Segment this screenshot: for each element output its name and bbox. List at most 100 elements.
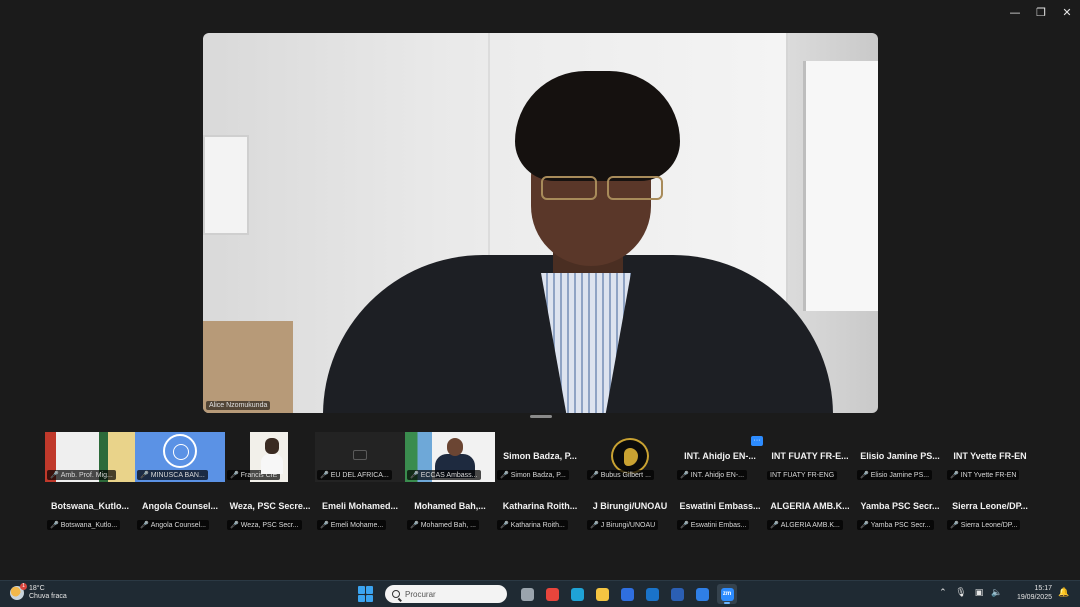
- participant-tile[interactable]: Botswana_Kutlo... 🎤 Botswana_Kutlo...: [45, 482, 135, 532]
- word-icon[interactable]: [667, 584, 687, 604]
- taskbar-clock[interactable]: 15:17 19/09/2025: [1017, 584, 1052, 602]
- speaker-glasses: [541, 176, 671, 204]
- un-emblem-icon: [163, 434, 197, 468]
- mic-muted-icon: 🎤: [140, 522, 149, 529]
- participant-name-label: 🎤 Mohamed Bah, ...: [407, 520, 479, 530]
- gallery-resize-handle[interactable]: [530, 415, 552, 418]
- participant-name-label: 🎤 J Birungi/UNOAU: [587, 520, 659, 530]
- participant-label-text: J Birungi/UNOAU: [600, 521, 656, 529]
- participant-name-label: 🎤 MINUSCA BAN...: [137, 470, 208, 480]
- speaker-hair: [515, 71, 680, 181]
- participant-tile[interactable]: Emeli Mohamed... 🎤 Emeli Mohame...: [315, 482, 405, 532]
- participant-tile[interactable]: 🎤 Amb. Prof. Mig...: [45, 432, 135, 482]
- network-icon[interactable]: ▣: [973, 588, 985, 598]
- close-button[interactable]: ✕: [1054, 0, 1080, 24]
- participant-label-text: Sierra Leone/DP...: [960, 521, 1018, 529]
- edge-icon[interactable]: [567, 584, 587, 604]
- participant-tile[interactable]: 🎤 ECCAS Ambass...: [405, 432, 495, 482]
- participant-name-label: 🎤 EU DEL AFRICA...: [317, 470, 392, 480]
- chrome-icon[interactable]: [542, 584, 562, 604]
- file-explorer-icon-glyph: [595, 587, 609, 601]
- participant-tile[interactable]: INT. Ahidjo EN-... ··· 🎤 INT. Ahidjo EN-...: [675, 432, 765, 482]
- participant-name-label: 🎤 Yamba PSC Secr...: [857, 520, 934, 530]
- search-placeholder: Procurar: [405, 589, 436, 599]
- participant-name-label: 🎤 Angola Counsel...: [137, 520, 209, 530]
- notification-bell-icon[interactable]: 🔔: [1058, 588, 1070, 598]
- participant-name-label: 🎤 Elisio Jamine PS...: [857, 470, 933, 480]
- active-speaker-video[interactable]: Alice Nzomukunda: [203, 33, 878, 413]
- mic-muted-icon: 🎤: [140, 472, 149, 479]
- system-tray: ⌃ 🎙 ▣ 🔈 15:17 19/09/2025 🔔: [937, 584, 1070, 602]
- minimize-button[interactable]: —: [1002, 0, 1028, 24]
- participant-tile[interactable]: Katharina Roith... 🎤 Katharina Roith...: [495, 482, 585, 532]
- participant-tile[interactable]: Sierra Leone/DP... 🎤 Sierra Leone/DP...: [945, 482, 1035, 532]
- participant-tile[interactable]: 🎤 MINUSCA BAN...: [135, 432, 225, 482]
- weather-widget[interactable]: 1 18°C Chuva fraca: [10, 583, 67, 601]
- participant-tile[interactable]: 🎤 Bubus Gilbert ...: [585, 432, 675, 482]
- participant-label-text: INT FUATY FR-ENG: [770, 472, 835, 479]
- participant-tile[interactable]: Yamba PSC Secr... 🎤 Yamba PSC Secr...: [855, 482, 945, 532]
- dropbox-icon[interactable]: [692, 584, 712, 604]
- participant-name-label: 🎤 Bubus Gilbert ...: [587, 470, 654, 480]
- app-store-icon[interactable]: [617, 584, 637, 604]
- participant-name-label: 🎤 Botswana_Kutlo...: [47, 520, 121, 530]
- weather-text: 18°C Chuva fraca: [29, 585, 67, 601]
- participant-display-name: Katharina Roith...: [502, 501, 578, 511]
- participant-tile[interactable]: Weza, PSC Secre... 🎤 Weza, PSC Secr...: [225, 482, 315, 532]
- chevron-up-icon[interactable]: ⌃: [937, 588, 949, 598]
- maximize-button[interactable]: ❐: [1028, 0, 1054, 24]
- outlook-icon-glyph: [645, 587, 659, 601]
- mic-muted-icon: 🎤: [320, 472, 329, 479]
- participant-display-name: Elisio Jamine PS...: [860, 451, 940, 461]
- participant-name-label: INT FUATY FR-ENG: [767, 471, 838, 480]
- africa-map-logo-icon: [611, 438, 649, 474]
- participant-display-name: Angola Counsel...: [141, 501, 218, 511]
- participant-tile[interactable]: J Birungi/UNOAU 🎤 J Birungi/UNOAU: [585, 482, 675, 532]
- participant-display-name: Eswatini Embass...: [679, 501, 761, 511]
- gallery-row-2: Botswana_Kutlo... 🎤 Botswana_Kutlo... Angol…: [45, 482, 1035, 532]
- clock-time: 15:17: [1034, 585, 1052, 592]
- participant-tile[interactable]: ALGERIA AMB.K... 🎤 ALGERIA AMB.K...: [765, 482, 855, 532]
- participant-display-name: Sierra Leone/DP...: [952, 501, 1028, 511]
- participant-label-text: Mohamed Bah, ...: [420, 521, 476, 529]
- word-icon-glyph: [670, 587, 684, 601]
- participant-display-name: Mohamed Bah,...: [414, 501, 486, 511]
- participant-tile[interactable]: Simon Badza, P... 🎤 Simon Badza, P...: [495, 432, 585, 482]
- volume-icon[interactable]: 🔈: [991, 588, 1003, 598]
- participant-tile[interactable]: Eswatini Embass... 🎤 Eswatini Embas...: [675, 482, 765, 532]
- window-controls: — ❐ ✕: [1002, 0, 1080, 24]
- gallery-row-1: 🎤 Amb. Prof. Mig... 🎤 MINUSCA BAN... 🎤 Franci…: [45, 432, 1035, 482]
- clock-date: 19/09/2025: [1016, 594, 1052, 601]
- taskbar-center: Procurar zm: [358, 584, 737, 604]
- participant-tile[interactable]: Mohamed Bah,... 🎤 Mohamed Bah, ...: [405, 482, 495, 532]
- participant-display-name: Emeli Mohamed...: [321, 501, 399, 511]
- taskbar-search-box[interactable]: Procurar: [385, 585, 507, 603]
- participant-tile[interactable]: INT FUATY FR-E... INT FUATY FR-ENG: [765, 432, 855, 482]
- participant-tile[interactable]: Angola Counsel... 🎤 Angola Counsel...: [135, 482, 225, 532]
- file-explorer-icon[interactable]: [592, 584, 612, 604]
- participant-tile[interactable]: Elisio Jamine PS... 🎤 Elisio Jamine PS...: [855, 432, 945, 482]
- participant-more-options-button[interactable]: ···: [751, 436, 763, 446]
- mic-muted-icon: 🎤: [500, 522, 509, 529]
- participant-label-text: Botswana_Kutlo...: [60, 521, 118, 529]
- active-speaker-name: Alice Nzomukunda: [206, 401, 271, 410]
- participant-tile[interactable]: 🎤 EU DEL AFRICA...: [315, 432, 405, 482]
- weather-icon: 1: [10, 583, 27, 600]
- dropbox-icon-glyph: [695, 587, 709, 601]
- participant-tile[interactable]: INT Yvette FR-EN 🎤 INT Yvette FR-EN: [945, 432, 1035, 482]
- participant-label-text: Elisio Jamine PS...: [870, 471, 930, 479]
- participant-label-text: Yamba PSC Secr...: [870, 521, 931, 529]
- weather-notification-badge: 1: [20, 583, 27, 590]
- windows-start-icon[interactable]: [358, 586, 374, 602]
- background-window: [803, 61, 878, 311]
- outlook-icon[interactable]: [642, 584, 662, 604]
- mic-muted-icon: 🎤: [680, 522, 689, 529]
- mic-muted-icon: 🎤: [50, 472, 59, 479]
- mic-muted-icon: 🎤: [50, 522, 59, 529]
- participant-name-label: 🎤 ALGERIA AMB.K...: [767, 520, 843, 530]
- microphone-icon[interactable]: 🎙: [955, 588, 967, 598]
- zoom-icon[interactable]: zm: [717, 584, 737, 604]
- participant-tile[interactable]: 🎤 Francis CIE: [225, 432, 315, 482]
- task-view-icon[interactable]: [517, 584, 537, 604]
- mic-muted-icon: 🎤: [590, 522, 599, 529]
